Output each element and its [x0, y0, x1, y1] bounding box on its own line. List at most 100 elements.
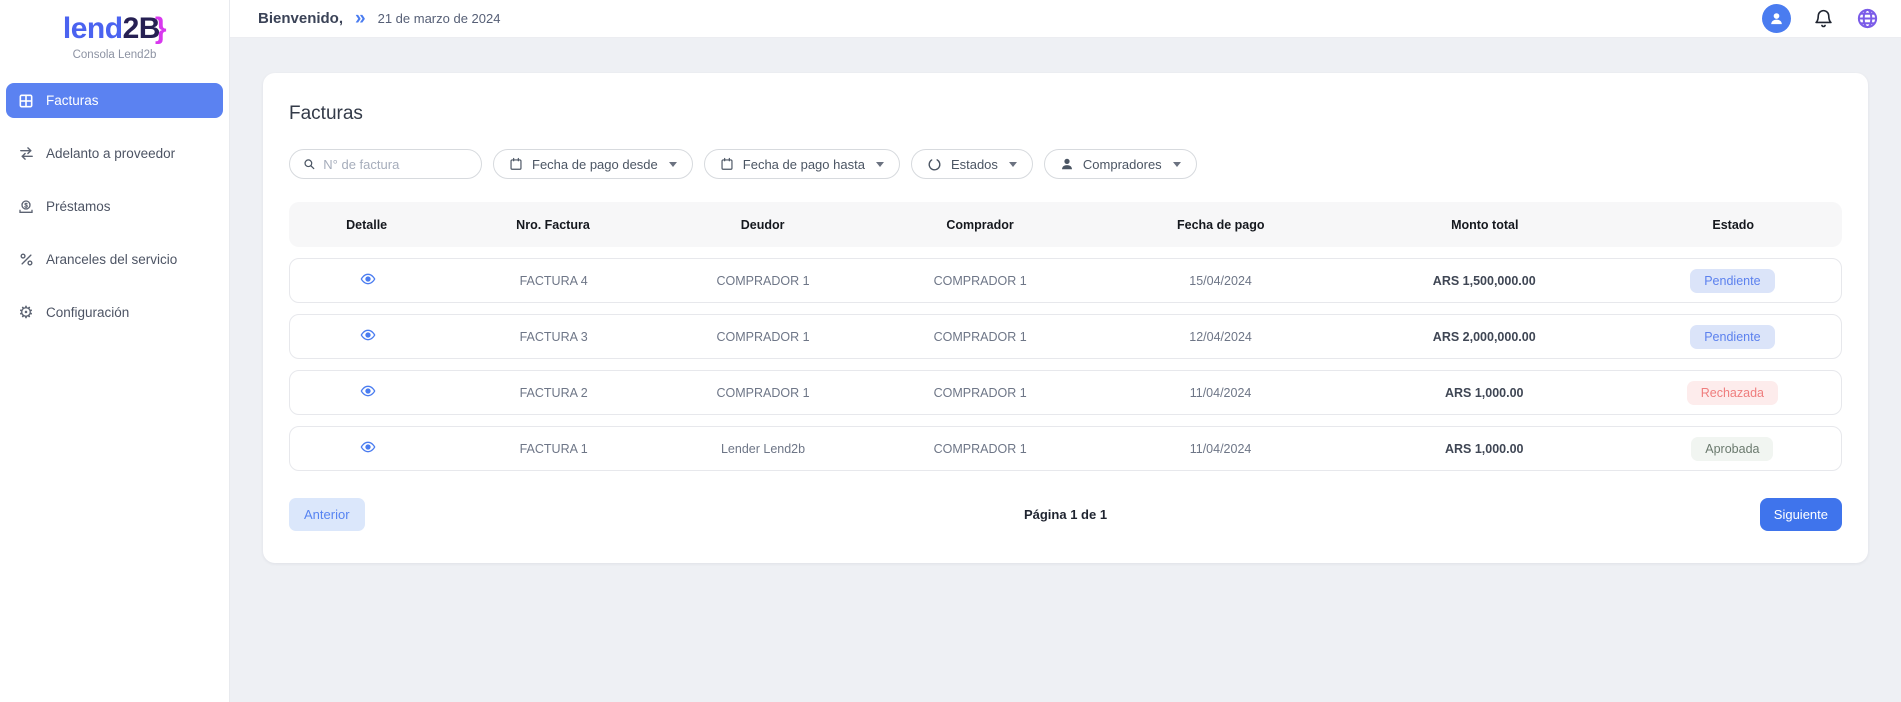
cell-deudor: COMPRADOR 1 — [662, 274, 864, 288]
date-from-label: Fecha de pago desde — [532, 157, 658, 172]
sidebar-item-label: Préstamos — [46, 199, 111, 214]
sidebar-item-label: Adelanto a proveedor — [46, 146, 175, 161]
chevron-down-icon — [1173, 162, 1181, 167]
current-date: 21 de marzo de 2024 — [378, 11, 501, 26]
loan-icon: $ — [17, 198, 35, 216]
sidebar-item-configuracion[interactable]: ⚙ Configuración — [6, 295, 223, 330]
view-detail-button[interactable] — [360, 271, 376, 287]
cell-fecha-de-pago: 15/04/2024 — [1096, 274, 1344, 288]
column-header-fecha-de-pago: Fecha de pago — [1097, 218, 1345, 232]
cell-monto-total: ARS 1,500,000.00 — [1345, 274, 1624, 288]
page-info: Página 1 de 1 — [289, 507, 1842, 522]
person-icon — [1060, 157, 1074, 171]
main-area: Bienvenido, » 21 de marzo de 2024 Factur… — [230, 0, 1901, 702]
buyers-filter[interactable]: Compradores — [1044, 149, 1197, 179]
cell-fecha-de-pago: 12/04/2024 — [1096, 330, 1344, 344]
chevron-down-icon — [669, 162, 677, 167]
table-row: FACTURA 2 COMPRADOR 1 COMPRADOR 1 11/04/… — [289, 370, 1842, 415]
chevron-down-icon — [876, 162, 884, 167]
cell-comprador: COMPRADOR 1 — [864, 330, 1097, 344]
brand-subtitle: Consola Lend2b — [0, 49, 229, 61]
facturas-table: Detalle Nro. Factura Deudor Comprador Fe… — [289, 202, 1842, 471]
notifications-button[interactable] — [1813, 8, 1834, 29]
top-header: Bienvenido, » 21 de marzo de 2024 — [230, 0, 1901, 38]
previous-page-button[interactable]: Anterior — [289, 498, 365, 531]
cell-nro-factura: FACTURA 2 — [445, 386, 662, 400]
buyers-label: Compradores — [1083, 157, 1162, 172]
cell-deudor: Lender Lend2b — [662, 442, 864, 456]
table-row: FACTURA 3 COMPRADOR 1 COMPRADOR 1 12/04/… — [289, 314, 1842, 359]
view-detail-button[interactable] — [360, 327, 376, 343]
status-badge: Pendiente — [1690, 269, 1774, 293]
grid-icon — [17, 92, 35, 110]
cell-deudor: COMPRADOR 1 — [662, 330, 864, 344]
date-to-filter[interactable]: Fecha de pago hasta — [704, 149, 900, 179]
next-page-button[interactable]: Siguiente — [1760, 498, 1842, 531]
eye-icon — [360, 439, 376, 455]
greeting-text: Bienvenido, — [258, 10, 343, 27]
eye-icon — [360, 271, 376, 287]
cell-nro-factura: FACTURA 1 — [445, 442, 662, 456]
column-header-detalle: Detalle — [289, 218, 444, 232]
date-from-filter[interactable]: Fecha de pago desde — [493, 149, 693, 179]
filters-bar: Fecha de pago desde Fecha de pago hasta … — [289, 149, 1842, 179]
column-header-monto-total: Monto total — [1345, 218, 1625, 232]
cell-monto-total: ARS 2,000,000.00 — [1345, 330, 1624, 344]
globe-icon — [1856, 7, 1879, 30]
cell-comprador: COMPRADOR 1 — [864, 386, 1097, 400]
sidebar-item-aranceles-del-servicio[interactable]: Aranceles del servicio — [6, 242, 223, 277]
cell-deudor: COMPRADOR 1 — [662, 386, 864, 400]
facturas-card: Facturas Fecha de pago desde Fecha de pa… — [263, 73, 1868, 563]
column-header-comprador: Comprador — [864, 218, 1097, 232]
sidebar-item-facturas[interactable]: Facturas — [6, 83, 223, 118]
calendar-icon — [509, 157, 523, 171]
logo-primary: lend — [63, 12, 123, 45]
search-icon — [303, 157, 315, 171]
column-header-deudor: Deudor — [662, 218, 864, 232]
states-label: Estados — [951, 157, 998, 172]
sidebar-item-label: Configuración — [46, 305, 129, 320]
status-circle-icon — [927, 157, 942, 172]
search-input[interactable] — [323, 157, 468, 172]
states-filter[interactable]: Estados — [911, 149, 1033, 179]
sidebar-item-adelanto-a-proveedor[interactable]: Adelanto a proveedor — [6, 136, 223, 171]
date-to-label: Fecha de pago hasta — [743, 157, 865, 172]
sidebar-menu: Facturas Adelanto a proveedor $ Préstamo… — [0, 83, 229, 330]
bell-icon — [1813, 8, 1834, 29]
cell-fecha-de-pago: 11/04/2024 — [1096, 386, 1344, 400]
cell-nro-factura: FACTURA 3 — [445, 330, 662, 344]
cell-monto-total: ARS 1,000.00 — [1345, 386, 1624, 400]
column-header-estado: Estado — [1625, 218, 1842, 232]
table-row: FACTURA 4 COMPRADOR 1 COMPRADOR 1 15/04/… — [289, 258, 1842, 303]
view-detail-button[interactable] — [360, 439, 376, 455]
sidebar-item-label: Facturas — [46, 93, 99, 108]
sidebar-item-label: Aranceles del servicio — [46, 252, 177, 267]
calendar-icon — [720, 157, 734, 171]
transfer-icon — [17, 145, 35, 163]
eye-icon — [360, 327, 376, 343]
double-chevron-icon: » — [355, 9, 366, 28]
eye-icon — [360, 383, 376, 399]
user-avatar[interactable] — [1762, 4, 1791, 33]
sidebar-item-prestamos[interactable]: $ Préstamos — [6, 189, 223, 224]
chevron-down-icon — [1009, 162, 1017, 167]
page-title: Facturas — [289, 103, 1842, 125]
column-header-nro-factura: Nro. Factura — [444, 218, 661, 232]
brand-logo: lend2B} Consola Lend2b — [0, 0, 229, 61]
logo-accent-glyph: } — [155, 12, 166, 45]
language-button[interactable] — [1856, 7, 1879, 30]
percent-icon — [17, 251, 35, 269]
view-detail-button[interactable] — [360, 383, 376, 399]
logo-text: lend2B} — [0, 12, 229, 46]
table-row: FACTURA 1 Lender Lend2b COMPRADOR 1 11/0… — [289, 426, 1842, 471]
status-badge: Aprobada — [1691, 437, 1773, 461]
user-icon — [1768, 10, 1785, 27]
pagination: Anterior Página 1 de 1 Siguiente — [289, 498, 1842, 531]
cell-fecha-de-pago: 11/04/2024 — [1096, 442, 1344, 456]
status-badge: Pendiente — [1690, 325, 1774, 349]
cell-comprador: COMPRADOR 1 — [864, 442, 1097, 456]
gear-icon: ⚙ — [17, 304, 35, 322]
invoice-search-field[interactable] — [289, 149, 482, 179]
status-badge: Rechazada — [1687, 381, 1778, 405]
cell-nro-factura: FACTURA 4 — [445, 274, 662, 288]
